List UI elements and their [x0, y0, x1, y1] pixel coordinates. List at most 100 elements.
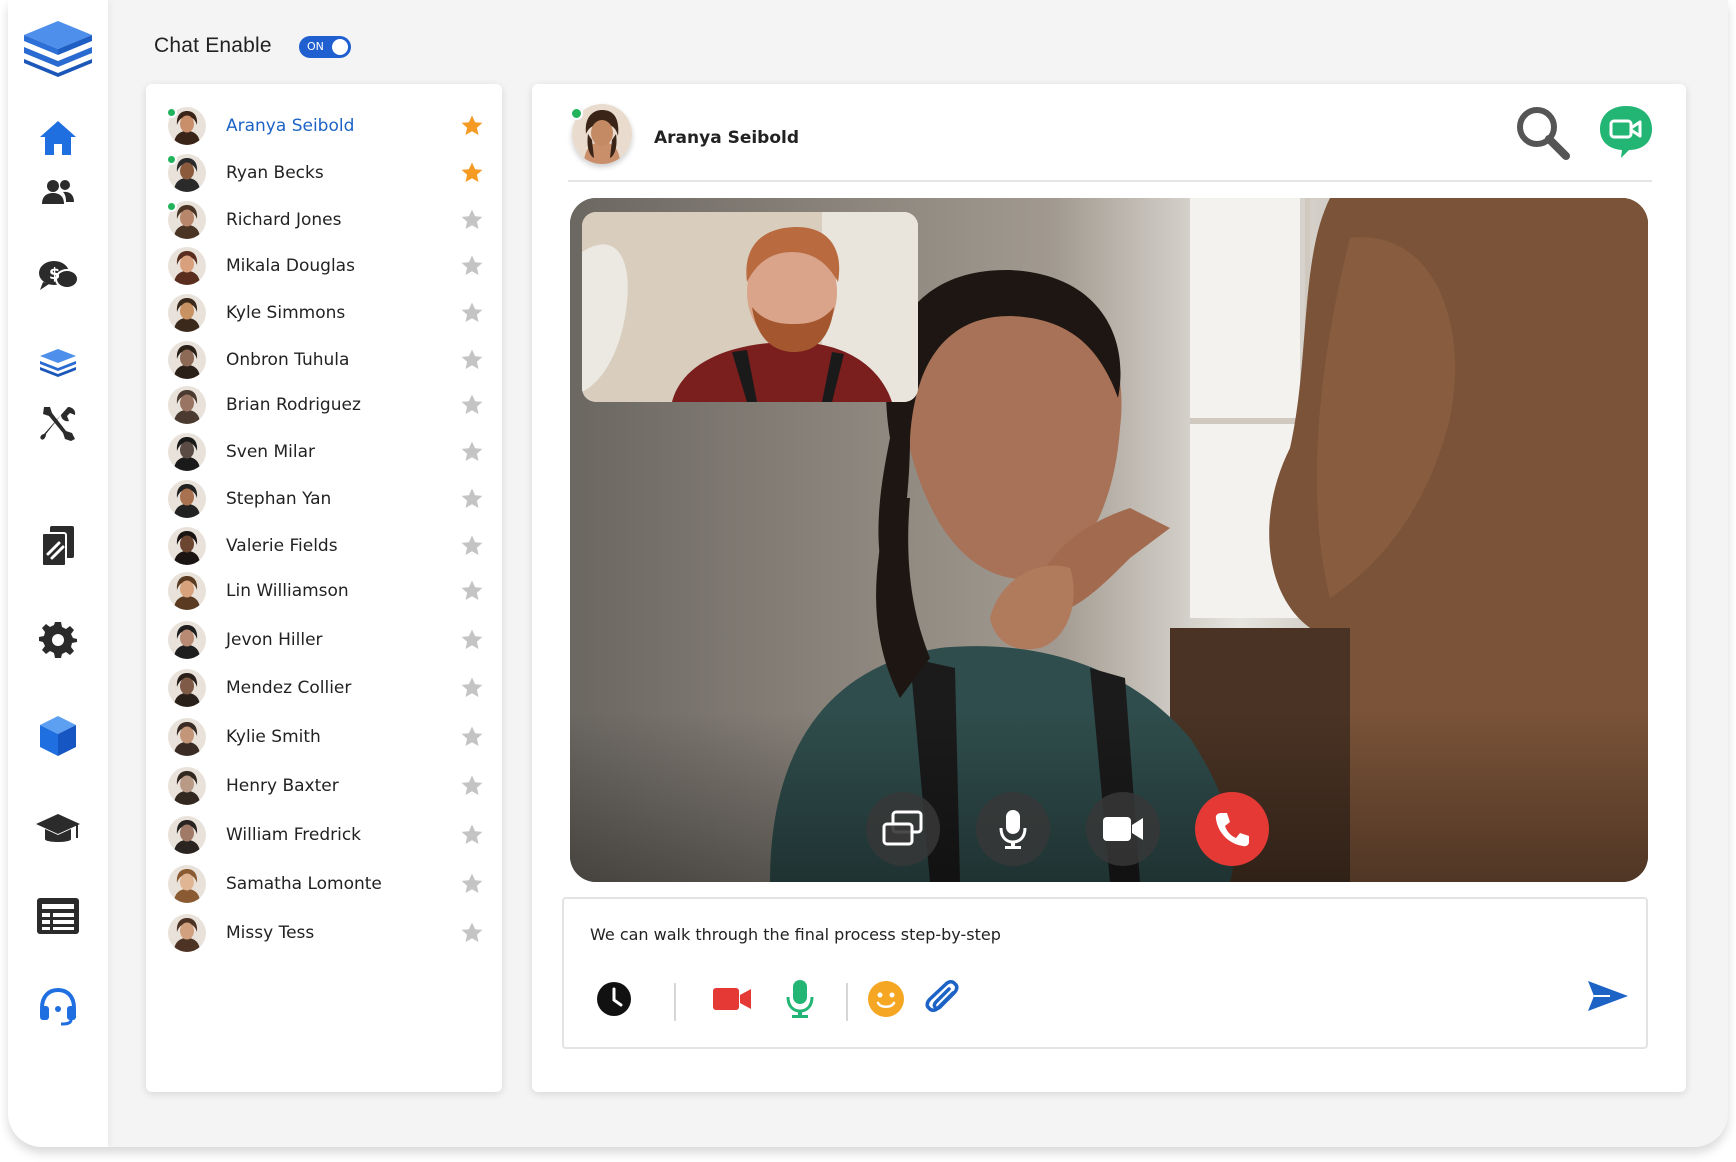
graduation-cap-icon[interactable] [30, 802, 86, 858]
hang-up-icon [1215, 813, 1249, 847]
mic-record-icon[interactable] [780, 979, 820, 1019]
news-list-icon[interactable] [30, 888, 86, 944]
video-call-view [570, 198, 1648, 882]
logo-stack-icon[interactable] [16, 14, 100, 82]
star-icon[interactable] [460, 301, 484, 325]
toolbar-divider [674, 983, 676, 1021]
contact-name: Valerie Fields [226, 536, 338, 556]
switch-screen-button[interactable] [866, 792, 940, 866]
star-icon[interactable] [460, 440, 484, 464]
app-window: $ Chat Enable ON Aranya Seibold Ryan Bec… [8, 0, 1728, 1147]
avatar [168, 865, 206, 903]
message-composer[interactable]: We can walk through the final process st… [562, 897, 1648, 1049]
avatar [168, 294, 206, 332]
contact-name: Stephan Yan [226, 489, 332, 509]
contact-row[interactable]: Brian Rodriguez [146, 382, 502, 428]
emoji-icon[interactable] [866, 979, 906, 1019]
contact-name: Jevon Hiller [226, 630, 323, 650]
layers-icon[interactable] [30, 334, 86, 390]
avatar [168, 718, 206, 756]
chat-enable-label: Chat Enable [154, 34, 272, 57]
header-divider [568, 180, 1652, 182]
star-icon[interactable] [460, 534, 484, 558]
attach-icon[interactable] [922, 979, 962, 1019]
contact-name: Mikala Douglas [226, 256, 355, 276]
cube-icon[interactable] [30, 708, 86, 764]
contact-row[interactable]: Henry Baxter [146, 763, 502, 809]
send-icon[interactable] [1586, 979, 1630, 1019]
camera-button[interactable] [1086, 792, 1160, 866]
toggle-state-label: ON [307, 40, 324, 53]
contact-row[interactable]: Richard Jones [146, 197, 502, 243]
contact-row[interactable]: Mendez Collier [146, 665, 502, 711]
settings-icon[interactable] [30, 611, 86, 667]
avatar [168, 669, 206, 707]
toolbar-divider [846, 983, 848, 1021]
star-icon[interactable] [460, 114, 484, 138]
conversation-contact-name: Aranya Seibold [654, 128, 800, 148]
star-icon[interactable] [460, 348, 484, 372]
contact-row[interactable]: Stephan Yan [146, 476, 502, 522]
star-icon[interactable] [460, 393, 484, 417]
star-icon[interactable] [460, 628, 484, 652]
contact-row[interactable]: Kylie Smith [146, 714, 502, 760]
search-icon[interactable] [1512, 102, 1574, 164]
contact-list: Aranya Seibold Ryan Becks Richard Jones Mik… [146, 84, 502, 1092]
online-indicator [166, 154, 177, 165]
contact-name: Aranya Seibold [226, 116, 355, 136]
contact-row[interactable]: Jevon Hiller [146, 617, 502, 663]
contact-name: Henry Baxter [226, 776, 339, 796]
contact-row[interactable]: Lin Williamson [146, 568, 502, 614]
microphone-button[interactable] [976, 792, 1050, 866]
message-input[interactable]: We can walk through the final process st… [590, 925, 1001, 944]
sidebar-nav: $ [8, 0, 108, 1147]
avatar [168, 914, 206, 952]
star-icon[interactable] [460, 872, 484, 896]
star-icon[interactable] [460, 921, 484, 945]
chat-enable-toggle[interactable]: ON [299, 36, 351, 58]
star-icon[interactable] [460, 725, 484, 749]
contact-row[interactable]: Valerie Fields [146, 523, 502, 569]
home-icon[interactable] [30, 110, 86, 166]
avatar [168, 341, 206, 379]
tools-icon[interactable] [30, 396, 86, 452]
video-chat-icon[interactable] [1596, 102, 1656, 162]
online-indicator [166, 201, 177, 212]
star-icon[interactable] [460, 254, 484, 278]
star-icon[interactable] [460, 161, 484, 185]
contact-row[interactable]: Samatha Lomonte [146, 861, 502, 907]
headset-icon[interactable] [30, 978, 86, 1034]
contact-row[interactable]: Mikala Douglas [146, 243, 502, 289]
contact-row[interactable]: Aranya Seibold [146, 103, 502, 149]
video-record-icon[interactable] [712, 979, 752, 1019]
dollar-chat-icon[interactable]: $ [30, 248, 86, 304]
star-icon[interactable] [460, 579, 484, 603]
users-icon[interactable] [30, 164, 86, 220]
clock-icon[interactable] [594, 979, 634, 1019]
star-icon[interactable] [460, 774, 484, 798]
documents-icon[interactable] [30, 518, 86, 574]
star-icon[interactable] [460, 676, 484, 700]
contact-row[interactable]: William Fredrick [146, 812, 502, 858]
contact-row[interactable]: Onbron Tuhula [146, 337, 502, 383]
contact-name: William Fredrick [226, 825, 362, 845]
contact-row[interactable]: Sven Milar [146, 429, 502, 475]
self-video-preview[interactable] [582, 212, 918, 402]
star-icon[interactable] [460, 823, 484, 847]
star-icon[interactable] [460, 208, 484, 232]
toggle-knob [332, 39, 348, 55]
star-icon[interactable] [460, 487, 484, 511]
online-indicator [166, 107, 177, 118]
avatar [168, 247, 206, 285]
contact-name: Samatha Lomonte [226, 874, 382, 894]
contact-name: Mendez Collier [226, 678, 352, 698]
avatar [168, 816, 206, 854]
contact-name: Brian Rodriguez [226, 395, 361, 415]
hang-up-button[interactable] [1195, 792, 1269, 866]
switch-screen-icon [882, 810, 923, 846]
contact-row[interactable]: Missy Tess [146, 910, 502, 956]
camera-icon [1103, 817, 1143, 841]
avatar [168, 386, 206, 424]
contact-row[interactable]: Kyle Simmons [146, 290, 502, 336]
contact-row[interactable]: Ryan Becks [146, 150, 502, 196]
